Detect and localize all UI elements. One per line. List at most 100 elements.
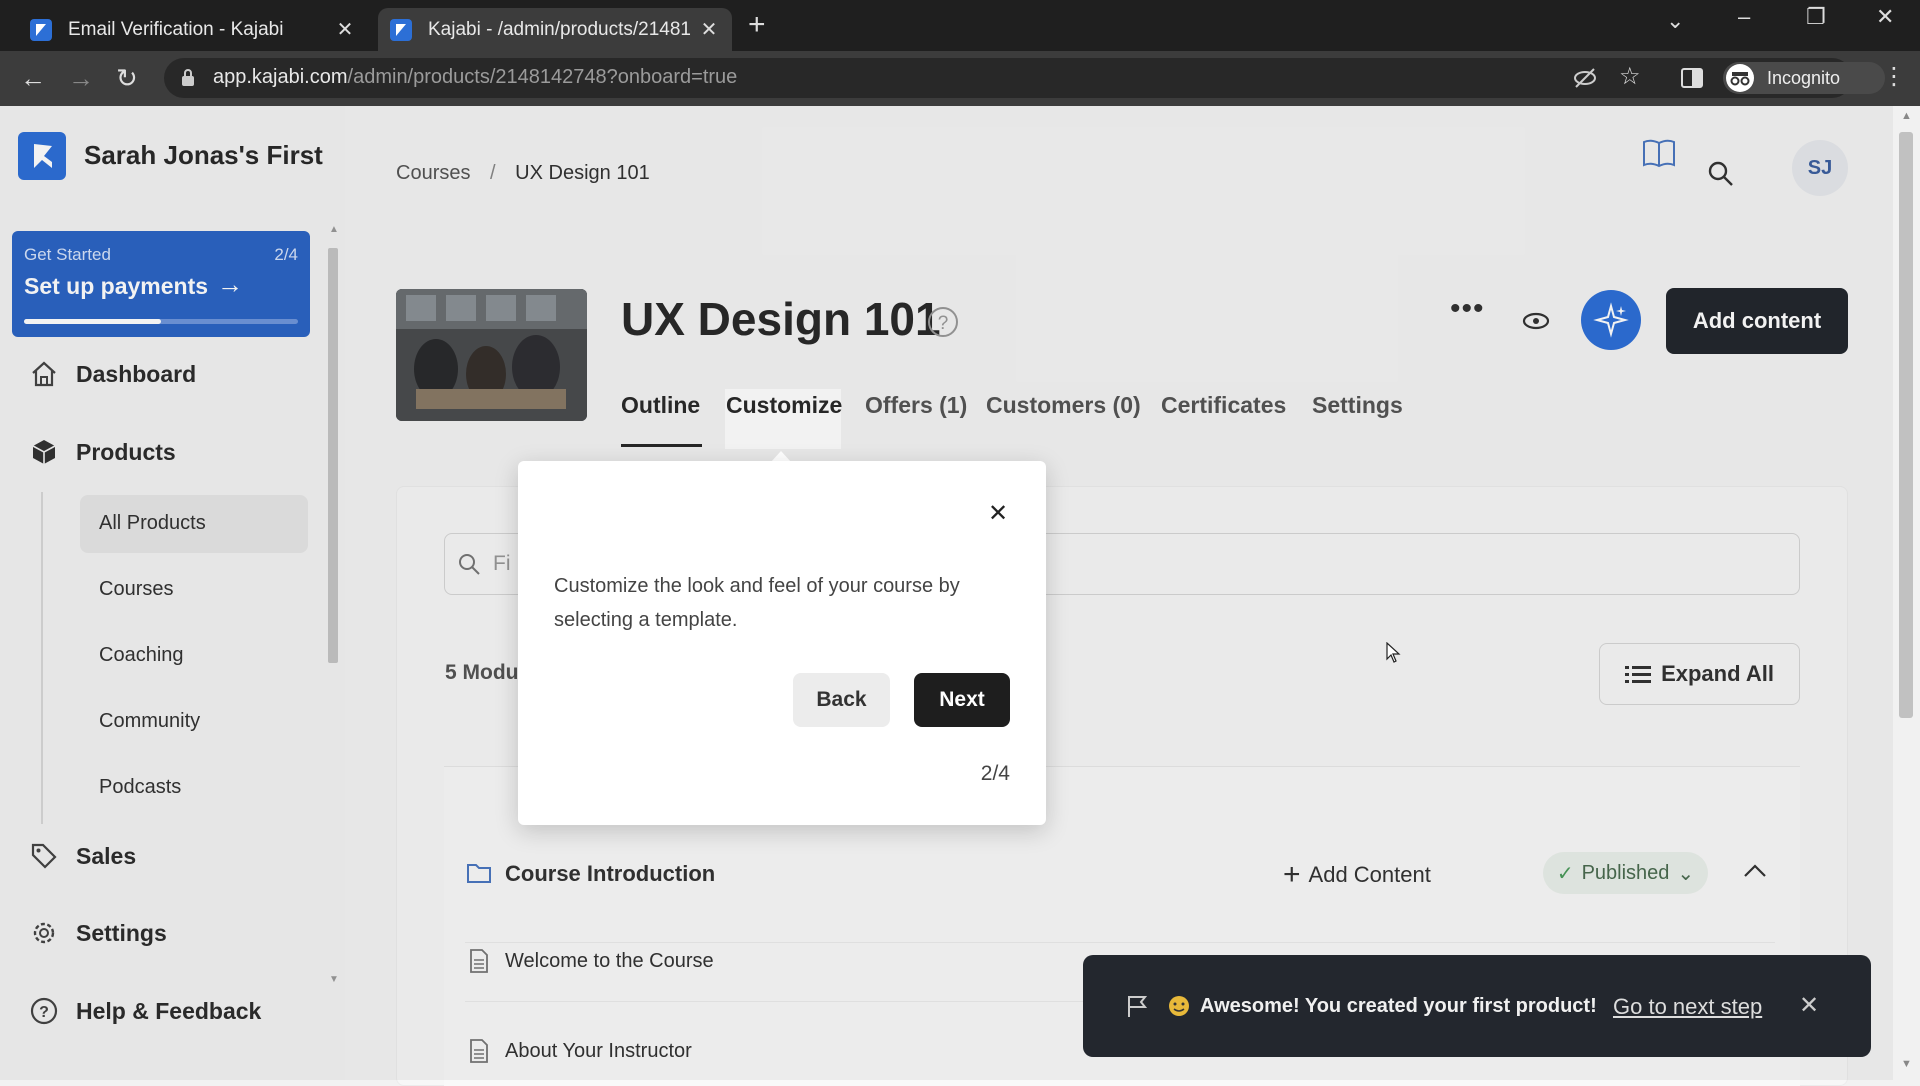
published-status-dropdown[interactable]: ✓ Published ⌄ xyxy=(1543,852,1708,894)
sidebar-item-label: Products xyxy=(76,438,176,465)
sidebar-scroll-thumb[interactable] xyxy=(328,248,338,663)
sparkle-icon xyxy=(1593,302,1629,338)
tab-certificates[interactable]: Certificates xyxy=(1161,392,1286,419)
document-icon xyxy=(470,1039,488,1063)
active-tab-underline xyxy=(621,444,702,447)
home-icon xyxy=(28,358,60,390)
tab-settings[interactable]: Settings xyxy=(1312,392,1403,419)
tab-search-chevron-icon[interactable]: ⌄ xyxy=(1666,8,1684,34)
search-placeholder: Fi xyxy=(493,552,511,575)
popover-text: Customize the look and feel of your cour… xyxy=(554,575,960,631)
progress-fill xyxy=(24,319,161,324)
lesson-about-instructor[interactable]: About Your Instructor xyxy=(505,1040,692,1063)
browser-tab-email-verification[interactable]: Email Verification - Kajabi ✕ xyxy=(18,8,368,51)
sidebar-item-settings[interactable]: Settings xyxy=(28,917,167,949)
more-options-icon[interactable]: ••• xyxy=(1450,292,1485,326)
reload-icon[interactable]: ↻ xyxy=(116,63,138,93)
sidebar-item-products[interactable]: Products xyxy=(28,436,176,468)
party-emoji-icon xyxy=(1169,996,1189,1016)
module-title[interactable]: Course Introduction xyxy=(505,861,715,887)
kajabi-favicon-icon xyxy=(390,18,412,41)
close-window-icon[interactable]: ✕ xyxy=(1876,4,1894,30)
svg-text:?: ? xyxy=(39,1004,49,1021)
product-title: UX Design 101 xyxy=(621,293,941,345)
sidebar-item-label: Settings xyxy=(76,919,167,946)
new-tab-icon[interactable]: + xyxy=(748,10,766,40)
url-text: app.kajabi.com/admin/products/2148142748… xyxy=(213,66,738,88)
close-icon[interactable]: ✕ xyxy=(988,499,1008,528)
browser-menu-icon[interactable]: ⋮ xyxy=(1882,62,1906,91)
site-name[interactable]: Sarah Jonas's First xyxy=(84,140,323,171)
browser-tab-kajabi-admin[interactable]: Kajabi - /admin/products/21481 ✕ xyxy=(378,8,732,51)
sidebar: Sarah Jonas's First Get Started 2/4 Set … xyxy=(0,106,345,1080)
collapse-chevron-up-icon[interactable] xyxy=(1741,860,1769,880)
restore-icon[interactable]: ❐ xyxy=(1806,4,1826,30)
forward-arrow-icon[interactable]: → xyxy=(68,63,94,93)
svg-text:?: ? xyxy=(938,313,949,334)
sidebar-sub-all-products[interactable]: All Products xyxy=(99,512,206,535)
sidebar-sub-coaching[interactable]: Coaching xyxy=(99,644,184,667)
close-toast-icon[interactable]: ✕ xyxy=(1799,991,1819,1020)
site-logo-icon[interactable] xyxy=(18,132,66,180)
eye-off-icon[interactable] xyxy=(1572,66,1598,90)
onboarding-popover: ✕ Customize the look and feel of your co… xyxy=(518,461,1046,825)
get-started-progress-text: 2/4 xyxy=(274,245,298,264)
list-icon xyxy=(1625,666,1652,683)
bookmark-star-icon[interactable]: ☆ xyxy=(1619,62,1641,91)
sidebar-sub-community[interactable]: Community xyxy=(99,710,200,733)
modules-count: 5 Modu xyxy=(445,661,519,684)
gear-icon xyxy=(28,917,60,949)
close-tab-icon[interactable]: ✕ xyxy=(334,17,356,42)
sidebar-sub-courses[interactable]: Courses xyxy=(99,578,173,601)
sidebar-scrollbar[interactable]: ▲ ▼ xyxy=(326,224,340,994)
next-button[interactable]: Next xyxy=(914,673,1010,727)
side-panel-icon[interactable] xyxy=(1681,68,1703,88)
product-thumbnail[interactable] xyxy=(396,289,587,421)
flag-icon xyxy=(1128,996,1148,1017)
search-icon[interactable] xyxy=(1707,160,1735,188)
sidebar-item-label: Help & Feedback xyxy=(76,997,262,1024)
sidebar-item-help[interactable]: ? Help & Feedback xyxy=(28,995,261,1027)
help-circle-icon[interactable]: ? xyxy=(927,306,959,338)
sidebar-item-dashboard[interactable]: Dashboard xyxy=(28,358,196,390)
get-started-card[interactable]: Get Started 2/4 Set up payments → xyxy=(12,231,310,337)
minimize-icon[interactable]: – xyxy=(1738,4,1750,30)
page-scroll-thumb[interactable] xyxy=(1899,132,1913,718)
sidebar-item-label: Sales xyxy=(76,842,137,869)
preview-eye-icon[interactable] xyxy=(1520,310,1552,332)
ai-sparkle-button[interactable] xyxy=(1581,290,1641,350)
search-icon xyxy=(459,554,480,575)
expand-all-button[interactable]: Expand All xyxy=(1599,643,1800,705)
check-icon: ✓ xyxy=(1556,862,1574,885)
book-icon[interactable] xyxy=(1642,138,1676,168)
close-tab-icon[interactable]: ✕ xyxy=(698,17,720,42)
page-scrollbar[interactable]: ▲ ▼ xyxy=(1893,106,1920,1080)
profile-label: Incognito xyxy=(1767,68,1841,88)
tab-offers[interactable]: Offers (1) xyxy=(865,392,967,419)
course-thumbnail-image xyxy=(396,289,587,421)
submenu-divider xyxy=(41,492,43,824)
back-arrow-icon[interactable]: ← xyxy=(20,63,46,93)
add-content-button[interactable]: Add content xyxy=(1666,288,1848,354)
lesson-welcome[interactable]: Welcome to the Course xyxy=(505,950,714,973)
chevron-down-icon: ⌄ xyxy=(1677,862,1695,885)
get-started-label: Get Started xyxy=(24,245,111,264)
tab-customize[interactable]: Customize xyxy=(726,392,842,419)
module-add-content-button[interactable]: + Add Content xyxy=(1283,858,1431,892)
sidebar-sub-podcasts[interactable]: Podcasts xyxy=(99,776,181,799)
box-icon xyxy=(28,436,60,468)
sidebar-item-label: Dashboard xyxy=(76,360,197,387)
sidebar-item-sales[interactable]: Sales xyxy=(28,840,136,872)
tab-customers[interactable]: Customers (0) xyxy=(986,392,1141,419)
incognito-profile-button[interactable]: Incognito xyxy=(1723,62,1885,94)
tab-outline[interactable]: Outline xyxy=(621,392,700,419)
breadcrumb: Courses / UX Design 101 xyxy=(396,162,650,184)
go-to-next-step-link[interactable]: Go to next step xyxy=(1613,994,1762,1020)
lock-icon xyxy=(182,69,194,86)
back-button[interactable]: Back xyxy=(793,673,890,727)
breadcrumb-courses-link[interactable]: Courses xyxy=(396,162,470,184)
tab-title: Email Verification - Kajabi xyxy=(68,18,284,40)
document-icon xyxy=(470,949,488,973)
kajabi-favicon-icon xyxy=(30,18,52,41)
avatar[interactable]: SJ xyxy=(1792,140,1848,196)
